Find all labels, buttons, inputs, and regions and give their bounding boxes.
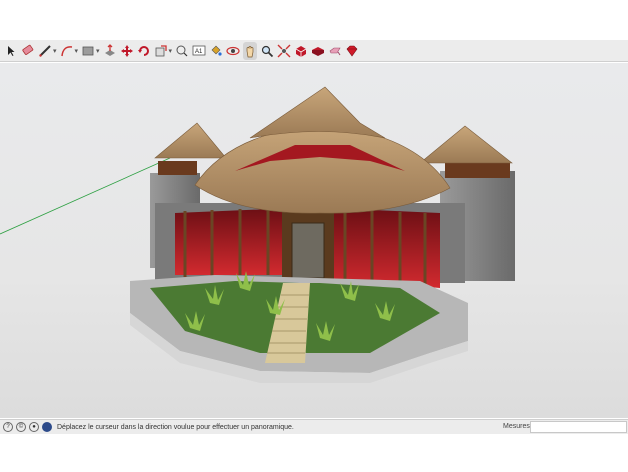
chevron-down-icon[interactable]: ▾ (75, 47, 79, 55)
tape-measure-icon[interactable] (175, 42, 189, 60)
status-bar: ? © ● Déplacez le curseur dans la direct… (0, 419, 628, 434)
svg-text:A1: A1 (195, 49, 203, 55)
eraser-icon[interactable] (21, 42, 35, 60)
extension-warehouse-icon[interactable] (311, 42, 325, 60)
green-axis-line (0, 157, 171, 235)
instructor-icon[interactable] (42, 422, 52, 432)
pan-icon[interactable] (243, 41, 258, 60)
3d-viewport[interactable] (0, 63, 628, 418)
text-icon[interactable]: A1 (192, 42, 206, 60)
zoom-icon[interactable] (260, 42, 274, 60)
scale-icon[interactable]: ▾ (154, 42, 173, 60)
zoom-extents-icon[interactable] (277, 42, 291, 60)
ruby-icon[interactable] (345, 42, 359, 60)
user-icon[interactable]: ● (29, 422, 39, 432)
paint-bucket-icon[interactable] (209, 42, 223, 60)
pencil-line-icon[interactable]: ▾ (38, 42, 57, 60)
credits-icon[interactable]: © (16, 422, 26, 432)
measurements-input[interactable] (530, 421, 627, 433)
chevron-down-icon[interactable]: ▾ (96, 47, 100, 55)
chevron-down-icon[interactable]: ▾ (53, 47, 57, 55)
main-rotunda (155, 86, 465, 288)
toolbar: ▾ ▾ ▾ ▾ A1 (0, 40, 628, 62)
rotate-icon[interactable] (137, 42, 151, 60)
push-pull-icon[interactable] (103, 42, 117, 60)
move-icon[interactable] (120, 42, 134, 60)
arc-icon[interactable]: ▾ (60, 42, 79, 60)
select-icon[interactable] (4, 42, 18, 60)
status-message: Déplacez le curseur dans la direction vo… (57, 423, 294, 431)
chevron-down-icon[interactable]: ▾ (169, 47, 173, 55)
orbit-icon[interactable] (226, 42, 240, 60)
rectangle-icon[interactable]: ▾ (81, 42, 100, 60)
layout-icon[interactable] (328, 42, 342, 60)
front-terrace (130, 271, 468, 383)
geolocation-icon[interactable]: ? (3, 422, 13, 432)
3d-warehouse-icon[interactable] (294, 42, 308, 60)
building-model (0, 86, 515, 383)
measurements-label: Mesures (503, 423, 530, 430)
